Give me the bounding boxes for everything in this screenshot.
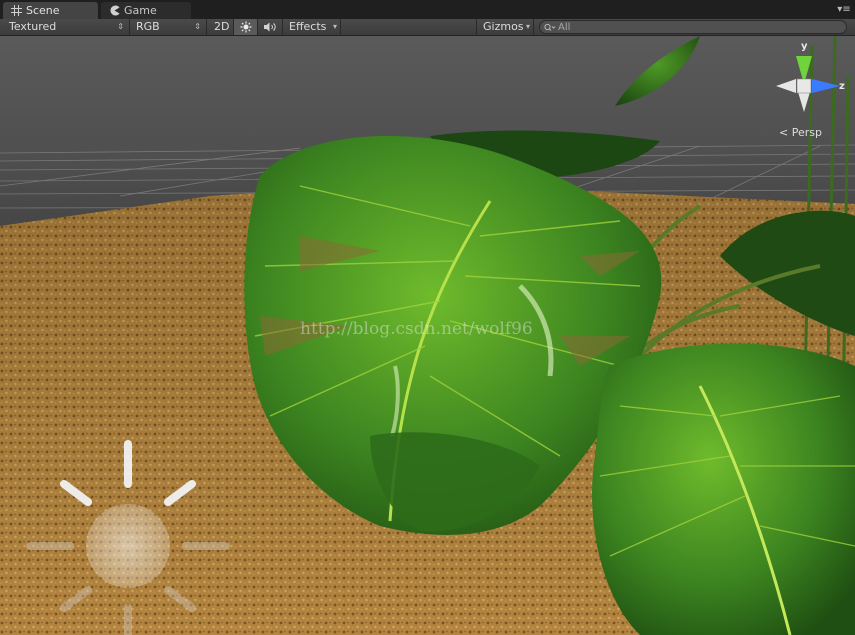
toggle-2d-button[interactable]: 2D (208, 19, 234, 35)
projection-label: Persp (791, 126, 822, 139)
gizmos-dropdown[interactable]: Gizmos ▾ (476, 19, 534, 35)
tab-game[interactable]: Game (101, 2, 191, 19)
watermark-text: http://blog.csdn.net/wolf96 (300, 319, 533, 339)
tab-scene[interactable]: Scene (3, 2, 98, 19)
search-input[interactable] (558, 21, 828, 33)
scene-grid-icon (11, 5, 22, 16)
scene-render: http://blog.csdn.net/wolf96 (0, 36, 855, 635)
effects-dropdown[interactable]: Effects ▾ (283, 19, 341, 35)
tab-scene-label: Scene (26, 4, 60, 17)
orientation-gizmo[interactable] (776, 56, 840, 112)
hierarchy-search[interactable] (539, 20, 847, 34)
axis-z-label: z (839, 81, 845, 92)
dropdown-arrow-icon: ▾ (332, 22, 337, 31)
tab-game-label: Game (124, 4, 157, 17)
toggle-2d-label: 2D (214, 20, 230, 33)
render-mode-value: Textured (9, 20, 57, 33)
projection-toggle[interactable]: < Persp (779, 126, 822, 139)
scene-audio-toggle[interactable] (258, 19, 283, 35)
speaker-icon (264, 22, 276, 32)
dropdown-arrow-icon: ▾ (525, 22, 530, 31)
lower-right-leaf (592, 343, 855, 635)
search-icon (544, 23, 556, 31)
color-mode-value: RGB (136, 20, 160, 33)
effects-label: Effects (289, 20, 327, 33)
render-mode-dropdown[interactable]: Textured ⇕ (3, 19, 130, 35)
color-mode-dropdown[interactable]: RGB ⇕ (130, 19, 207, 35)
chevron-left-icon: < (779, 126, 789, 139)
tab-options-menu[interactable]: ▾≡ (837, 4, 851, 16)
axis-y-label: y (801, 41, 808, 52)
small-leaf-top (615, 36, 700, 106)
scene-viewport[interactable]: http://blog.csdn.net/wolf96 y z < Persp (0, 36, 855, 635)
menu-lines-icon: ▾≡ (837, 4, 851, 15)
gizmos-label: Gizmos (483, 20, 524, 33)
scene-toolbar: Textured ⇕ RGB ⇕ 2D Effects ▾ Gizmos ▾ (0, 19, 855, 36)
scene-lighting-toggle[interactable] (234, 19, 258, 35)
sun-icon (240, 21, 251, 33)
dropdown-arrow-icon: ⇕ (117, 22, 124, 31)
tab-strip: Scene Game ▾≡ (0, 0, 855, 19)
dropdown-arrow-icon: ⇕ (194, 22, 201, 31)
game-pacman-icon (110, 5, 120, 16)
